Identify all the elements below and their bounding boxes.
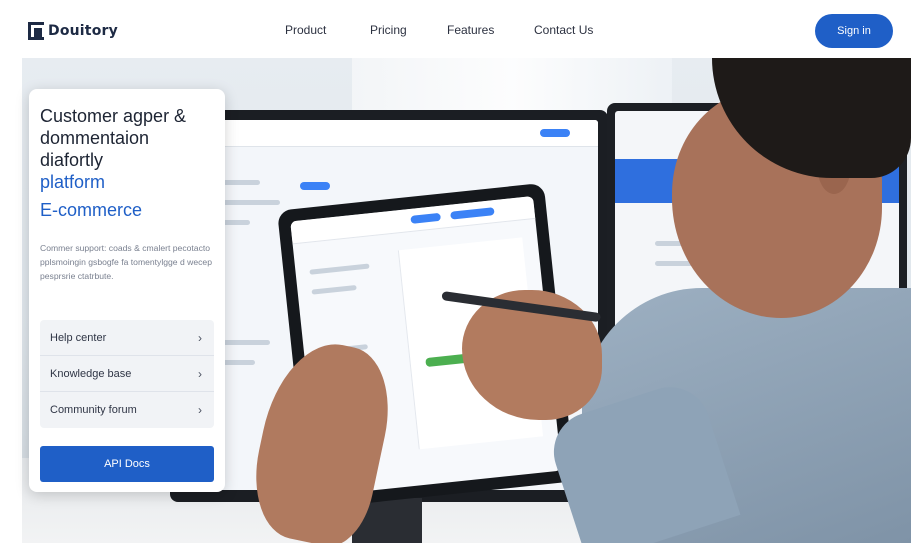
link-label: Help center: [50, 331, 107, 344]
tablet-text-line: [311, 284, 357, 295]
heading-line: diafortly: [40, 150, 104, 170]
hero-heading: Customer agper & dommentaion diafortly p…: [40, 105, 220, 221]
nav-contact-us[interactable]: Contact Us: [534, 23, 593, 37]
nav-pricing[interactable]: Pricing: [370, 23, 407, 37]
brand-logo[interactable]: Douitory: [28, 20, 118, 42]
sign-in-button[interactable]: Sign in: [815, 14, 893, 48]
link-community-forum[interactable]: Community forum ›: [40, 392, 214, 428]
logo-mark-icon: [28, 22, 44, 40]
hero-description: Commer support: coads & cmalert pecotact…: [40, 243, 212, 281]
screen-blue-button: [540, 129, 570, 137]
top-navigation-bar: Douitory Product Pricing Features Contac…: [0, 0, 911, 58]
tablet-blue-tab: [450, 207, 495, 220]
nav-features[interactable]: Features: [447, 23, 494, 37]
tablet-blue-tab: [410, 212, 441, 224]
hero-subtitle: E-commerce: [40, 200, 143, 220]
screen-blue-tag: [300, 182, 330, 190]
link-label: Community forum: [50, 404, 137, 416]
heading-line-accent: platform: [40, 172, 106, 192]
heading-line: Customer agper &: [40, 106, 187, 126]
tablet-text-line: [309, 263, 370, 275]
chevron-right-icon: ›: [198, 366, 202, 381]
link-knowledge-base[interactable]: Knowledge base ›: [40, 356, 214, 392]
link-help-center[interactable]: Help center ›: [40, 320, 214, 356]
heading-line: dommentaion: [40, 128, 150, 148]
brand-name: Douitory: [48, 23, 118, 39]
api-docs-button[interactable]: API Docs: [40, 446, 214, 482]
nav-product[interactable]: Product: [285, 23, 326, 37]
support-links-list: Help center › Knowledge base › Community…: [40, 320, 214, 428]
chevron-right-icon: ›: [198, 403, 202, 417]
hero-info-card: Customer agper & dommentaion diafortly p…: [29, 89, 225, 492]
link-label: Knowledge base: [50, 367, 132, 380]
chevron-right-icon: ›: [198, 330, 202, 345]
screen-toolbar: [180, 120, 598, 147]
